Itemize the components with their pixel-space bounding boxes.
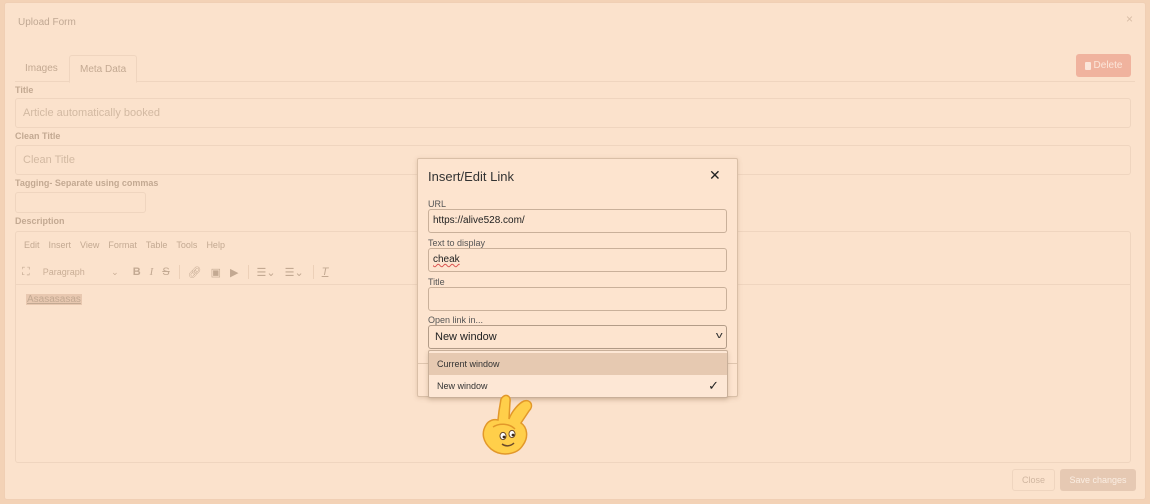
link-icon[interactable]: 🔗︎ [188, 266, 202, 279]
menu-table[interactable]: Table [146, 240, 168, 250]
menu-help[interactable]: Help [206, 240, 225, 250]
link-title-label: Title [428, 277, 445, 287]
upload-form-title: Upload Form [18, 17, 76, 28]
block-format-select[interactable]: Paragraph ⌄ [39, 267, 119, 278]
menu-view[interactable]: View [80, 240, 99, 250]
chevron-down-icon: ⌄ [111, 266, 119, 277]
media-icon[interactable]: ▶ [230, 266, 238, 279]
open-link-in-value: New window [435, 331, 497, 343]
tab-images[interactable]: Images [15, 55, 68, 82]
clean-title-label: Clean Title [15, 131, 61, 141]
text-to-display-label: Text to display [428, 238, 486, 248]
toolbar-divider [312, 265, 314, 279]
link-title-input[interactable] [428, 287, 727, 311]
tagging-input[interactable] [15, 192, 146, 213]
title-label: Title [15, 85, 34, 95]
dialog-title: Insert/Edit Link [428, 169, 514, 184]
toolbar-divider [247, 265, 249, 279]
option-current-window[interactable]: Current window [429, 353, 727, 375]
text-to-display-input[interactable]: cheak [428, 248, 727, 272]
open-link-in-label: Open link in... [428, 315, 484, 325]
strikethrough-icon[interactable]: S [162, 266, 169, 278]
text-to-display-value: cheak [433, 254, 460, 265]
close-button[interactable]: Close [1012, 469, 1055, 491]
numbered-list-icon[interactable]: ☰⌄ [257, 266, 276, 279]
delete-button-label: Delete [1093, 60, 1123, 71]
open-link-in-dropdown: Current window New window ✓ [428, 350, 728, 398]
trash-icon [1084, 61, 1091, 70]
close-icon[interactable]: ✕ [709, 167, 721, 184]
toolbar-divider [178, 265, 180, 279]
menu-edit[interactable]: Edit [24, 240, 40, 250]
delete-button[interactable]: Delete [1076, 54, 1131, 77]
description-label: Description [15, 216, 65, 226]
save-changes-button[interactable]: Save changes [1060, 469, 1136, 491]
url-label: URL [428, 199, 447, 209]
editor-toolbar: ⛶ Paragraph ⌄ B I S 🔗︎ ▣ ▶ ☰⌄ ☰⌄ T [22, 262, 337, 282]
tagging-label: Tagging- Separate using commas [15, 178, 159, 188]
fullscreen-icon[interactable]: ⛶ [22, 266, 30, 279]
open-link-in-select[interactable]: New window v [428, 325, 727, 349]
url-input[interactable]: https://alive528.com/ [428, 209, 727, 233]
upload-form-close-icon[interactable]: × [1126, 12, 1133, 26]
option-label: New window [437, 381, 488, 391]
chevron-down-icon: v [715, 330, 723, 340]
tab-meta-data[interactable]: Meta Data [69, 55, 138, 83]
menu-insert[interactable]: Insert [49, 240, 72, 250]
menu-tools[interactable]: Tools [176, 240, 197, 250]
check-icon: ✓ [708, 378, 719, 393]
option-label: Current window [437, 359, 500, 369]
editor-content-text[interactable]: Asasasasas [26, 294, 82, 305]
block-format-value: Paragraph [42, 266, 85, 277]
editor-menubar: Edit Insert View Format Table Tools Help [24, 240, 225, 250]
bullet-list-icon[interactable]: ☰⌄ [285, 266, 304, 279]
bold-icon[interactable]: B [133, 266, 141, 278]
title-input[interactable]: Article automatically booked [15, 98, 1131, 128]
image-icon[interactable]: ▣ [211, 266, 221, 279]
clear-formatting-icon[interactable]: T [322, 266, 329, 278]
tab-bar: Images Meta Data [15, 55, 1135, 83]
italic-icon[interactable]: I [150, 266, 154, 278]
menu-format[interactable]: Format [108, 240, 137, 250]
option-new-window[interactable]: New window ✓ [429, 375, 727, 397]
